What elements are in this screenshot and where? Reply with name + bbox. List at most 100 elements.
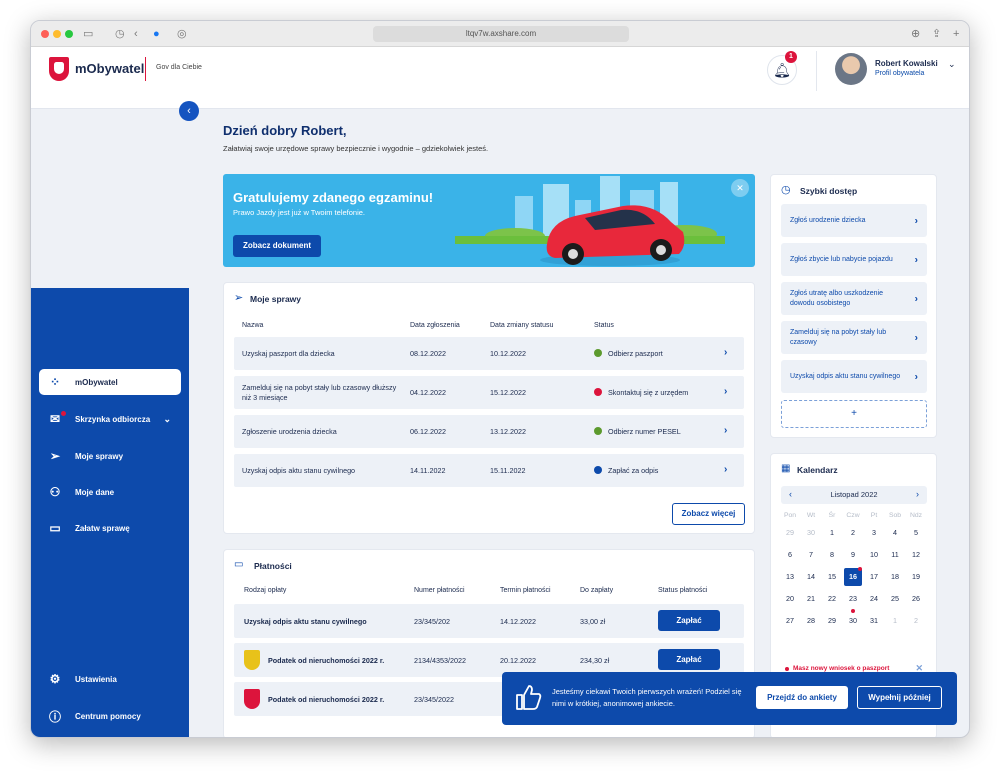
calendar-day[interactable]: 30 [844, 612, 862, 630]
calendar-day[interactable]: 31 [865, 612, 883, 630]
banner-title: Gratulujemy zdanego egzaminu! [233, 190, 434, 205]
calendar-day[interactable]: 23 [844, 590, 862, 608]
calendar-day[interactable]: 19 [907, 568, 925, 586]
calendar-day[interactable]: 26 [907, 590, 925, 608]
chevron-right-icon[interactable]: › [916, 489, 919, 499]
calendar-day[interactable]: 21 [802, 590, 820, 608]
history-icon[interactable]: ◷ [115, 27, 125, 41]
chevron-right-icon[interactable]: › [724, 386, 727, 397]
calendar-day[interactable]: 5 [907, 524, 925, 542]
close-banner-button[interactable]: ✕ [731, 179, 749, 197]
brand-name[interactable]: mObywatel [75, 61, 144, 76]
calendar-day[interactable]: 1 [886, 612, 904, 630]
column-header: Do zapłaty [580, 587, 614, 594]
calendar-day[interactable]: 17 [865, 568, 883, 586]
calendar-day[interactable]: 9 [844, 546, 862, 564]
facebook-tab-icon[interactable]: ● [153, 27, 160, 41]
see-more-button[interactable]: Zobacz więcej [672, 503, 745, 525]
quick-access-item[interactable]: Zamelduj się na pobyt stały lub czasowy … [781, 321, 927, 354]
calendar-day[interactable]: 7 [802, 546, 820, 564]
calendar-day[interactable]: 24 [865, 590, 883, 608]
quick-access-item[interactable]: Zgłoś zbycie lub nabycie pojazdu › [781, 243, 927, 276]
calendar-day[interactable]: 2 [907, 612, 925, 630]
user-icon: ⚇ [49, 485, 61, 499]
calendar-day[interactable]: 28 [802, 612, 820, 630]
calendar-day[interactable]: 18 [886, 568, 904, 586]
case-submitted: 14.11.2022 [410, 466, 446, 475]
sidebar-item-help[interactable]: ⓘ Centrum pomocy [39, 703, 181, 729]
fill-later-button[interactable]: Wypełnij później [857, 686, 942, 709]
pay-button[interactable]: Zapłać [658, 610, 720, 631]
payment-name: Podatek od nieruchomości 2022 r. [268, 656, 385, 665]
calendar-day[interactable]: 13 [781, 568, 799, 586]
address-bar[interactable]: ltqv7w.axshare.com [373, 26, 629, 42]
sidebar-item-my-cases[interactable]: ➢ Moje sprawy [39, 443, 181, 469]
close-window-button[interactable] [41, 30, 49, 38]
chevron-down-icon[interactable]: ⌄ [163, 414, 171, 425]
sidebar-item-services[interactable]: ▭ Załatw sprawę [39, 515, 181, 541]
calendar-day[interactable]: 15 [823, 568, 841, 586]
chevron-right-icon[interactable]: › [724, 464, 727, 475]
instagram-tab-icon[interactable]: ◎ [177, 27, 187, 41]
view-document-button[interactable]: Zobacz dokument [233, 235, 321, 257]
quick-access-item[interactable]: Zgłoś utratę albo uszkodzenie dowodu oso… [781, 282, 927, 315]
zoom-window-button[interactable] [65, 30, 73, 38]
calendar-month: Listopad 2022 [830, 490, 878, 499]
calendar-day[interactable]: 20 [781, 590, 799, 608]
minimize-window-button[interactable] [53, 30, 61, 38]
quick-access-item[interactable]: Uzyskaj odpis aktu stanu cywilnego › [781, 360, 927, 393]
calendar-day[interactable]: 3 [865, 524, 883, 542]
go-to-survey-button[interactable]: Przejdź do ankiety [756, 686, 848, 709]
calendar-day[interactable]: 4 [886, 524, 904, 542]
sidebar-item-mobywatel[interactable]: ⁘ mObywatel [39, 369, 181, 395]
calendar-day[interactable]: 22 [823, 590, 841, 608]
payment-number: 23/345/202 [414, 617, 450, 626]
calendar-day[interactable]: 10 [865, 546, 883, 564]
collapse-sidebar-button[interactable]: ‹ [179, 101, 199, 121]
calendar-day[interactable]: 6 [781, 546, 799, 564]
event-label: Masz nowy wniosek o paszport [793, 665, 890, 672]
payment-number: 23/345/2022 [414, 695, 454, 704]
calendar-day[interactable]: 14 [802, 568, 820, 586]
month-navigator: ‹ Listopad 2022 › [781, 486, 927, 504]
calendar-day[interactable]: 25 [886, 590, 904, 608]
table-row[interactable]: Uzyskaj odpis aktu stanu cywilnego 14.11… [234, 454, 744, 487]
table-row[interactable]: Uzyskaj paszport dla dziecka 08.12.2022 … [234, 337, 744, 370]
calendar-day[interactable]: 29 [781, 524, 799, 542]
calendar-day[interactable]: 1 [823, 524, 841, 542]
table-row[interactable]: Zamelduj się na pobyt stały lub czasowy … [234, 376, 744, 409]
chevron-right-icon: › [914, 254, 918, 265]
new-tab-icon[interactable]: + [953, 27, 959, 41]
chevron-right-icon[interactable]: › [724, 425, 727, 436]
sidebar-item-my-data[interactable]: ⚇ Moje dane [39, 479, 181, 505]
back-icon[interactable]: ‹ [134, 27, 138, 41]
download-icon[interactable]: ⊕ [911, 27, 920, 41]
calendar-day[interactable]: 8 [823, 546, 841, 564]
column-header: Data zmiany statusu [490, 322, 554, 329]
avatar[interactable] [835, 53, 867, 85]
chevron-right-icon: › [914, 332, 918, 343]
thumbs-up-icon [516, 685, 542, 710]
sidebar-toggle-icon[interactable]: ▭ [83, 27, 93, 41]
chevron-right-icon[interactable]: › [724, 347, 727, 358]
quick-access-item[interactable]: Zgłoś urodzenie dziecka › [781, 204, 927, 237]
sidebar-item-inbox[interactable]: ✉ Skrzynka odbiorcza ⌄ [39, 406, 181, 432]
add-shortcut-button[interactable]: + [781, 400, 927, 428]
sidebar-item-label: Moje sprawy [75, 451, 124, 461]
case-status: Odbierz numer PESEL [608, 427, 681, 436]
calendar-day[interactable]: 27 [781, 612, 799, 630]
calendar-day[interactable]: 29 [823, 612, 841, 630]
share-icon[interactable]: ⇪ [932, 27, 941, 41]
calendar-day[interactable]: 2 [844, 524, 862, 542]
quick-access-label: Zgłoś utratę albo uszkodzenie dowodu oso… [790, 289, 883, 307]
table-row[interactable]: Zgłoszenie urodzenia dziecka 06.12.2022 … [234, 415, 744, 448]
calendar-day[interactable]: 12 [907, 546, 925, 564]
user-name[interactable]: Robert Kowalski [875, 59, 938, 68]
page-subtitle: Załatwiaj swoje urzędowe sprawy bezpiecz… [223, 144, 489, 153]
sidebar-item-settings[interactable]: ⚙ Ustawienia [39, 666, 181, 692]
table-row[interactable]: Uzyskaj odpis aktu stanu cywilnego 23/34… [234, 604, 744, 638]
chevron-down-icon[interactable]: ⌄ [948, 59, 956, 70]
calendar-day[interactable]: 30 [802, 524, 820, 542]
pay-button[interactable]: Zapłać [658, 649, 720, 670]
calendar-day[interactable]: 11 [886, 546, 904, 564]
